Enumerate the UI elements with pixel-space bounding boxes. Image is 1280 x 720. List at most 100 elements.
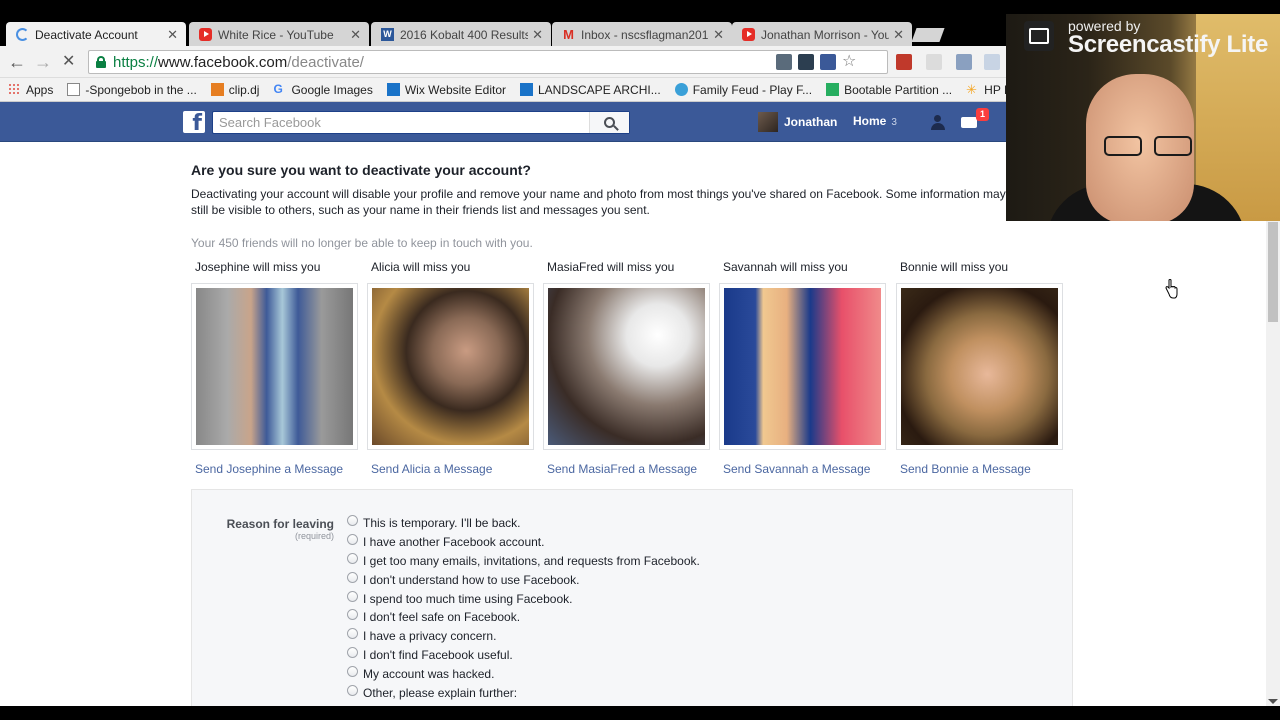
radio-button[interactable] bbox=[347, 628, 358, 640]
hand-cursor-icon bbox=[1165, 279, 1178, 299]
reason-text: My account was hacked. bbox=[363, 666, 495, 681]
search-button[interactable] bbox=[589, 112, 629, 133]
radio-button[interactable] bbox=[347, 646, 358, 658]
reason-label: Reason for leaving bbox=[226, 517, 334, 531]
radio-button[interactable] bbox=[347, 665, 358, 677]
reason-option[interactable]: This is temporary. I'll be back. bbox=[347, 514, 700, 533]
filter-extension-icon[interactable] bbox=[776, 54, 792, 70]
loading-spinner-icon bbox=[16, 28, 29, 41]
close-icon[interactable]: ✕ bbox=[350, 27, 361, 43]
reason-text: I spend too much time using Facebook. bbox=[363, 591, 573, 606]
tab-white-rice-youtube[interactable]: White Rice - YouTube ✕ bbox=[189, 22, 369, 47]
avatar bbox=[758, 112, 778, 132]
back-arrow-icon[interactable]: ← bbox=[8, 52, 26, 72]
deactivate-description: Deactivating your account will disable y… bbox=[191, 187, 1006, 217]
reason-option[interactable]: I don't understand how to use Facebook. bbox=[347, 570, 700, 589]
friend-card: Bonnie will miss you Send Bonnie a Messa… bbox=[896, 260, 1066, 476]
friends-count-note: Your 450 friends will no longer be able … bbox=[191, 236, 533, 250]
reason-option[interactable]: I get too many emails, invitations, and … bbox=[347, 552, 700, 571]
bookmark-apps[interactable]: Apps bbox=[8, 83, 53, 97]
friend-photo[interactable] bbox=[719, 283, 886, 450]
profile-link[interactable]: Jonathan bbox=[758, 112, 837, 132]
friend-photo[interactable] bbox=[543, 283, 710, 450]
swoosh-extension-icon[interactable] bbox=[956, 54, 972, 70]
lock-icon bbox=[96, 56, 106, 68]
person-extension-icon[interactable] bbox=[798, 54, 814, 70]
bookmark-google-images[interactable]: G Google Images bbox=[273, 83, 372, 97]
reason-options: This is temporary. I'll be back. I have … bbox=[347, 514, 700, 702]
close-icon[interactable]: ✕ bbox=[532, 27, 543, 43]
friend-image bbox=[372, 288, 529, 445]
close-icon[interactable]: ✕ bbox=[167, 27, 178, 43]
bookmark-label: Family Feud - Play F... bbox=[692, 82, 813, 97]
bookmark-bootable-partition[interactable]: Bootable Partition ... bbox=[826, 83, 952, 97]
radio-button[interactable] bbox=[347, 590, 358, 602]
home-label: Home bbox=[853, 114, 887, 128]
radio-button[interactable] bbox=[347, 552, 358, 564]
tab-title: 2016 Kobalt 400 Results.d bbox=[400, 27, 529, 42]
reason-text: I have a privacy concern. bbox=[363, 629, 497, 644]
bookmark-landscape[interactable]: LANDSCAPE ARCHI... bbox=[520, 83, 661, 97]
send-message-link[interactable]: Send MasiaFred a Message bbox=[543, 462, 713, 476]
send-message-link[interactable]: Send Savannah a Message bbox=[719, 462, 889, 476]
reason-option[interactable]: I have another Facebook account. bbox=[347, 533, 700, 552]
bookmark-label: clip.dj bbox=[228, 82, 260, 97]
notification-badge: 1 bbox=[976, 108, 989, 121]
thumbs-extension-icon[interactable] bbox=[926, 54, 942, 70]
url-path: /deactivate/ bbox=[287, 53, 364, 71]
address-bar[interactable]: https://www.facebook.com/deactivate/ bbox=[88, 50, 888, 74]
tab-deactivate-account[interactable]: Deactivate Account ✕ bbox=[6, 22, 186, 47]
search-input[interactable] bbox=[213, 112, 593, 133]
home-link[interactable]: Home 3 bbox=[853, 114, 897, 128]
forward-arrow-icon[interactable]: → bbox=[34, 52, 52, 72]
scrollbar-thumb[interactable] bbox=[1268, 222, 1278, 322]
friend-card: MasiaFred will miss you Send MasiaFred a… bbox=[543, 260, 713, 476]
youtube-icon bbox=[199, 28, 212, 41]
close-icon[interactable]: ✕ bbox=[893, 27, 904, 43]
friend-miss-text: Bonnie will miss you bbox=[900, 260, 1009, 274]
reason-option[interactable]: I have a privacy concern. bbox=[347, 627, 700, 646]
reason-text: I don't understand how to use Facebook. bbox=[363, 572, 580, 587]
word-icon: W bbox=[381, 28, 394, 41]
bookmark-family-feud[interactable]: Family Feud - Play F... bbox=[674, 82, 813, 97]
reason-option[interactable]: My account was hacked. bbox=[347, 664, 700, 683]
f41-extension-icon[interactable] bbox=[896, 54, 912, 70]
tab-jonathan-morrison-youtube[interactable]: Jonathan Morrison - YouT ✕ bbox=[732, 22, 912, 47]
bookmark-label: Wix Website Editor bbox=[404, 82, 506, 97]
facebook-extension-icon[interactable] bbox=[820, 54, 836, 70]
tab-inbox-gmail[interactable]: M Inbox - nscsflagman2013 ✕ bbox=[552, 22, 732, 47]
tab-kobalt-results[interactable]: W 2016 Kobalt 400 Results.d ✕ bbox=[371, 22, 551, 47]
friend-photo[interactable] bbox=[191, 283, 358, 450]
scroll-down-arrow-icon[interactable] bbox=[1268, 699, 1278, 704]
reason-option[interactable]: I don't find Facebook useful. bbox=[347, 646, 700, 665]
friend-photo[interactable] bbox=[367, 283, 534, 450]
friend-photo[interactable] bbox=[896, 283, 1063, 450]
css-extension-icon[interactable] bbox=[984, 54, 1000, 70]
facebook-logo-icon[interactable]: f bbox=[183, 111, 205, 133]
radio-button[interactable] bbox=[347, 534, 358, 546]
radio-button[interactable] bbox=[347, 684, 358, 696]
stop-loading-icon[interactable]: ✕ bbox=[62, 52, 75, 72]
send-message-link[interactable]: Send Josephine a Message bbox=[191, 462, 361, 476]
bookmark-spongebob[interactable]: -Spongebob in the ... bbox=[67, 83, 197, 97]
reason-option[interactable]: Other, please explain further: bbox=[347, 683, 700, 702]
radio-button[interactable] bbox=[347, 609, 358, 621]
friend-requests-icon[interactable] bbox=[930, 114, 950, 132]
radio-button[interactable] bbox=[347, 515, 358, 527]
bookmark-star-icon[interactable]: ☆ bbox=[842, 54, 856, 70]
reason-required-note: (required) bbox=[294, 531, 334, 541]
friend-card: Savannah will miss you Send Savannah a M… bbox=[719, 260, 889, 476]
send-message-link[interactable]: Send Bonnie a Message bbox=[896, 462, 1066, 476]
friend-image bbox=[724, 288, 881, 445]
bookmark-wix[interactable]: Wix Website Editor bbox=[386, 82, 506, 97]
reason-option[interactable]: I spend too much time using Facebook. bbox=[347, 589, 700, 608]
clipdj-icon bbox=[210, 83, 224, 96]
bookmark-clipdj[interactable]: clip.dj bbox=[210, 82, 260, 97]
radio-button[interactable] bbox=[347, 571, 358, 583]
close-icon[interactable]: ✕ bbox=[713, 27, 724, 43]
friend-image bbox=[901, 288, 1058, 445]
friend-card: Alicia will miss you Send Alicia a Messa… bbox=[367, 260, 537, 476]
send-message-link[interactable]: Send Alicia a Message bbox=[367, 462, 537, 476]
reason-option[interactable]: I don't feel safe on Facebook. bbox=[347, 608, 700, 627]
new-tab-button[interactable] bbox=[911, 28, 945, 42]
